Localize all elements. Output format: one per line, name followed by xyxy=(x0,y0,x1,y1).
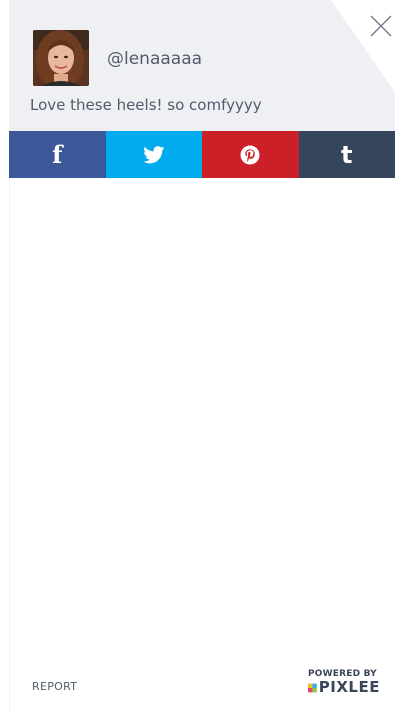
powered-by-badge[interactable]: POWERED BY PIXLEE xyxy=(308,669,380,695)
post-header: @lenaaaaa Love these heels! so comfyyyy xyxy=(9,0,395,131)
twitter-share-button[interactable] xyxy=(105,131,202,178)
facebook-icon: f xyxy=(52,139,63,169)
avatar-photo xyxy=(33,30,89,86)
facebook-share-button[interactable]: f xyxy=(9,131,106,178)
pinterest-icon xyxy=(240,145,260,164)
twitter-icon xyxy=(142,145,165,163)
avatar[interactable] xyxy=(33,30,89,86)
pinterest-share-button[interactable] xyxy=(202,131,299,178)
brand-name: PIXLEE xyxy=(318,678,380,696)
brand-row: PIXLEE xyxy=(308,680,380,695)
post-caption: Love these heels! so comfyyyy xyxy=(30,96,262,114)
tumblr-icon: t xyxy=(341,140,353,169)
tumblr-share-button[interactable]: t xyxy=(298,131,395,178)
close-icon xyxy=(370,15,392,37)
share-bar: f t xyxy=(9,131,395,178)
close-button[interactable] xyxy=(369,14,393,38)
pixlee-logo-icon xyxy=(308,683,317,692)
username[interactable]: @lenaaaaa xyxy=(107,49,202,69)
report-link[interactable]: REPORT xyxy=(32,680,77,693)
